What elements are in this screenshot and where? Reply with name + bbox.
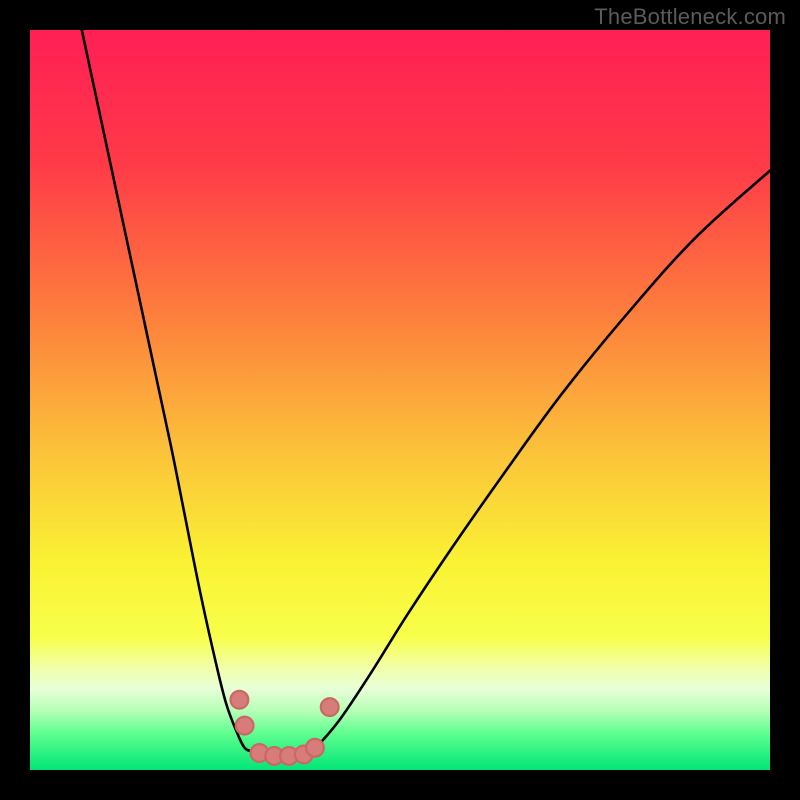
curve-layer bbox=[30, 30, 770, 770]
watermark-text: TheBottleneck.com bbox=[594, 4, 786, 30]
marker-dot bbox=[231, 691, 249, 709]
chart-frame: TheBottleneck.com bbox=[0, 0, 800, 800]
marker-dots bbox=[231, 691, 339, 765]
plot-area bbox=[30, 30, 770, 770]
marker-dot bbox=[306, 739, 324, 757]
bottleneck-curve bbox=[82, 30, 770, 757]
marker-dot bbox=[236, 717, 254, 735]
marker-dot bbox=[321, 698, 339, 716]
